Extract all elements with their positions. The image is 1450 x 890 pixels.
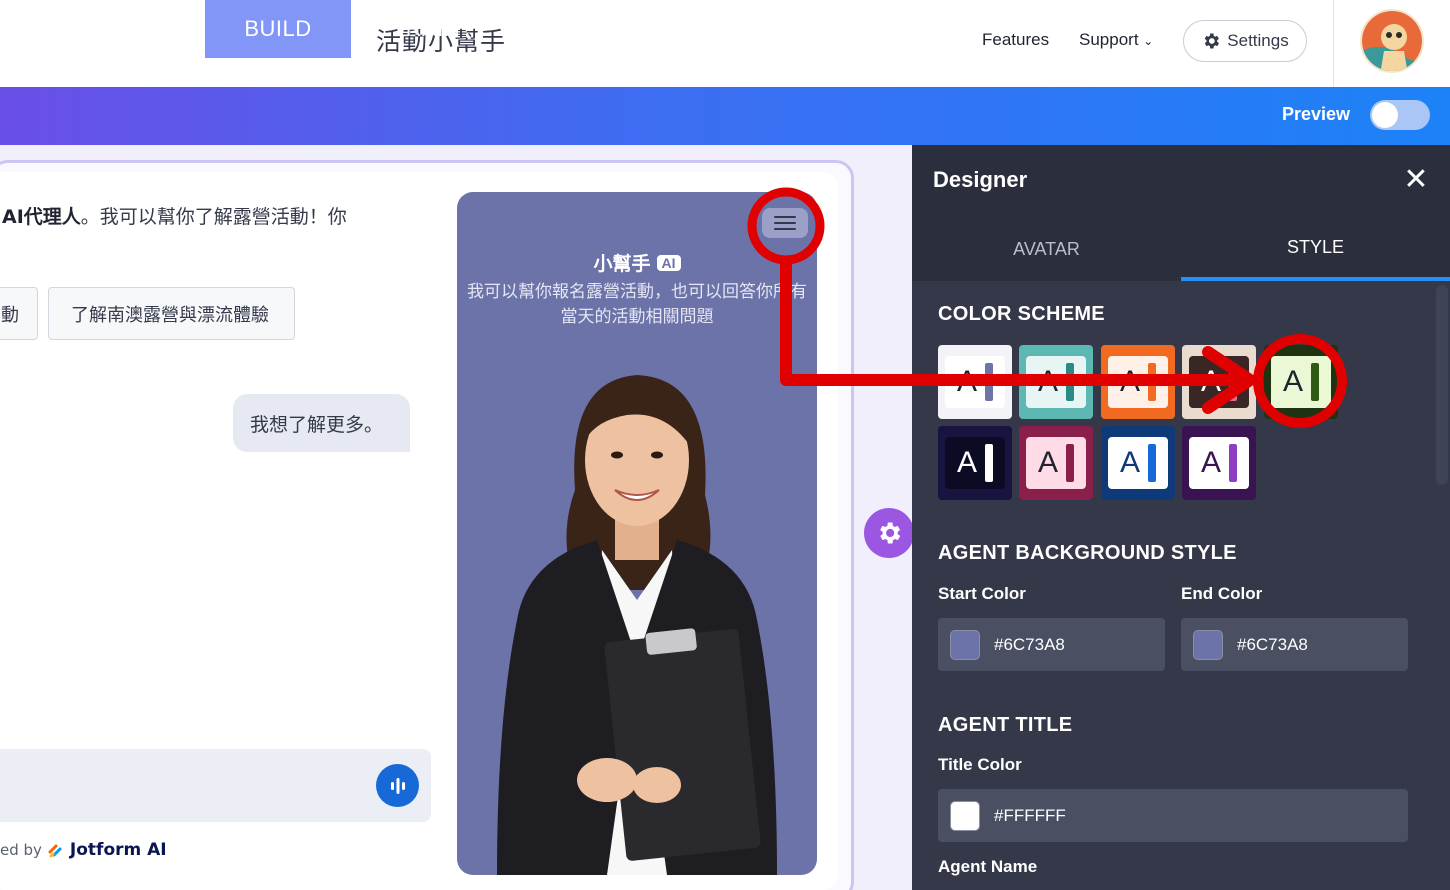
color-scheme-option[interactable]: A bbox=[1019, 345, 1093, 419]
tab-style[interactable]: STYLE bbox=[1181, 217, 1450, 281]
color-scheme-preview: A bbox=[1026, 437, 1086, 489]
nav-support-link[interactable]: Support ⌄ bbox=[1079, 30, 1153, 50]
intro-bold: AI代理人 bbox=[2, 206, 81, 228]
agent-name-label: Agent Name bbox=[938, 857, 1038, 876]
color-scheme-preview: A bbox=[1108, 437, 1168, 489]
voice-button[interactable] bbox=[376, 764, 419, 807]
scheme-letter: A bbox=[1200, 365, 1221, 398]
title-color-field[interactable]: #FFFFFF bbox=[938, 789, 1408, 842]
scheme-letter: A bbox=[1037, 446, 1058, 479]
floating-settings-button[interactable] bbox=[864, 508, 914, 558]
scheme-letter: A bbox=[1200, 446, 1221, 479]
designer-scrollbar[interactable] bbox=[1436, 285, 1448, 485]
builder-tab-bar bbox=[0, 87, 1450, 145]
agent-description: 我可以幫你報名露營活動，也可以回答你所有當天的活動相關問題 bbox=[467, 282, 807, 327]
nav-features-link[interactable]: Features bbox=[982, 30, 1049, 50]
preview-label: Preview bbox=[1282, 104, 1351, 124]
powered-brand[interactable]: Jotform AI bbox=[70, 840, 167, 860]
chevron-down-icon: ⌄ bbox=[1143, 34, 1154, 48]
header-divider bbox=[1333, 0, 1334, 87]
agent-name-text: 小幫手 bbox=[593, 253, 651, 275]
scheme-letter: A bbox=[956, 446, 977, 479]
end-color-value: #6C73A8 bbox=[1237, 634, 1308, 654]
chat-input[interactable] bbox=[0, 749, 431, 822]
color-scheme-preview: A bbox=[1189, 356, 1249, 408]
gear-icon bbox=[880, 522, 901, 544]
agent-background-title: AGENT BACKGROUND STYLE bbox=[938, 542, 1237, 564]
end-color-swatch[interactable] bbox=[1193, 629, 1223, 660]
color-scheme-option[interactable]: A bbox=[1264, 345, 1338, 419]
gear-icon bbox=[1204, 33, 1220, 49]
close-icon[interactable]: ✕ bbox=[1400, 164, 1432, 196]
color-scheme-option[interactable]: A bbox=[1101, 345, 1175, 419]
scheme-bar bbox=[1066, 363, 1074, 401]
scheme-bar bbox=[1148, 444, 1156, 482]
title-color-label: Title Color bbox=[938, 755, 1022, 774]
audio-wave-icon bbox=[390, 777, 405, 794]
color-scheme-preview: A bbox=[1189, 437, 1249, 489]
color-scheme-preview: A bbox=[1271, 356, 1331, 408]
color-scheme-option[interactable]: A bbox=[1182, 426, 1256, 500]
toggle-knob bbox=[1372, 102, 1398, 128]
end-color-field[interactable]: #6C73A8 bbox=[1181, 618, 1408, 671]
agent-avatar-image bbox=[497, 375, 777, 875]
scheme-bar bbox=[1148, 363, 1156, 401]
color-scheme-option[interactable]: A bbox=[938, 345, 1012, 419]
powered-by: ed by Jotform AI bbox=[0, 840, 167, 860]
scheme-bar bbox=[1066, 444, 1074, 482]
settings-button[interactable]: Settings bbox=[1183, 20, 1307, 62]
agent-menu-button[interactable] bbox=[762, 208, 808, 238]
agent-name: 小幫手 AI bbox=[457, 249, 817, 276]
jotform-logo-icon bbox=[48, 844, 62, 858]
start-color-value: #6C73A8 bbox=[994, 634, 1065, 654]
color-scheme-preview: A bbox=[1026, 356, 1086, 408]
color-scheme-option[interactable]: A bbox=[1101, 426, 1175, 500]
scheme-letter: A bbox=[1119, 365, 1140, 398]
ai-badge: AI bbox=[656, 254, 681, 271]
scheme-bar bbox=[985, 363, 993, 401]
suggestion-chip[interactable]: 了解南澳露營與漂流體驗 bbox=[48, 287, 295, 340]
scheme-letter: A bbox=[1282, 365, 1303, 398]
color-scheme-option[interactable]: A bbox=[1019, 426, 1093, 500]
title-color-swatch[interactable] bbox=[950, 800, 980, 831]
title-color-value: #FFFFFF bbox=[994, 805, 1066, 825]
intro-text: 。我可以幫你了解露營活動！你 bbox=[80, 206, 347, 228]
start-color-label: Start Color bbox=[938, 584, 1026, 603]
scheme-letter: A bbox=[1037, 365, 1058, 398]
color-scheme-option[interactable]: A bbox=[938, 426, 1012, 500]
tab-train[interactable]: TRAIN bbox=[372, 0, 480, 58]
end-color-label: End Color bbox=[1181, 584, 1263, 603]
user-message-bubble: 我想了解更多。 bbox=[233, 394, 410, 452]
hamburger-menu-icon bbox=[774, 216, 796, 230]
start-color-swatch[interactable] bbox=[950, 629, 980, 660]
suggestion-chip[interactable]: 動 bbox=[0, 287, 38, 340]
scheme-bar bbox=[1311, 363, 1319, 401]
tab-avatar[interactable]: AVATAR bbox=[912, 217, 1181, 281]
scheme-bar bbox=[1229, 363, 1237, 401]
designer-title: Designer bbox=[933, 167, 1028, 192]
tab-build[interactable]: BUILD bbox=[205, 0, 351, 58]
scheme-letter: A bbox=[1119, 446, 1140, 479]
avatar-illustration bbox=[1362, 11, 1422, 71]
start-color-field[interactable]: #6C73A8 bbox=[938, 618, 1165, 671]
color-scheme-preview: A bbox=[1108, 356, 1168, 408]
settings-label: Settings bbox=[1227, 31, 1289, 50]
scheme-letter: A bbox=[956, 365, 977, 398]
preview-toggle[interactable] bbox=[1370, 100, 1430, 130]
scheme-bar bbox=[1229, 444, 1237, 482]
support-label: Support bbox=[1079, 30, 1139, 49]
scheme-bar bbox=[985, 444, 993, 482]
color-scheme-option[interactable]: A bbox=[1182, 345, 1256, 419]
tab-publish[interactable]: PUBLISH bbox=[523, 0, 655, 58]
color-scheme-preview: A bbox=[945, 437, 1005, 489]
powered-prefix: ed by bbox=[0, 841, 42, 859]
agent-intro-message: AI代理人。我可以幫你了解露營活動！你 bbox=[2, 202, 347, 229]
color-scheme-title: COLOR SCHEME bbox=[938, 303, 1105, 325]
agent-title-section: AGENT TITLE bbox=[938, 714, 1073, 736]
color-scheme-preview: A bbox=[945, 356, 1005, 408]
user-avatar[interactable] bbox=[1360, 9, 1424, 73]
